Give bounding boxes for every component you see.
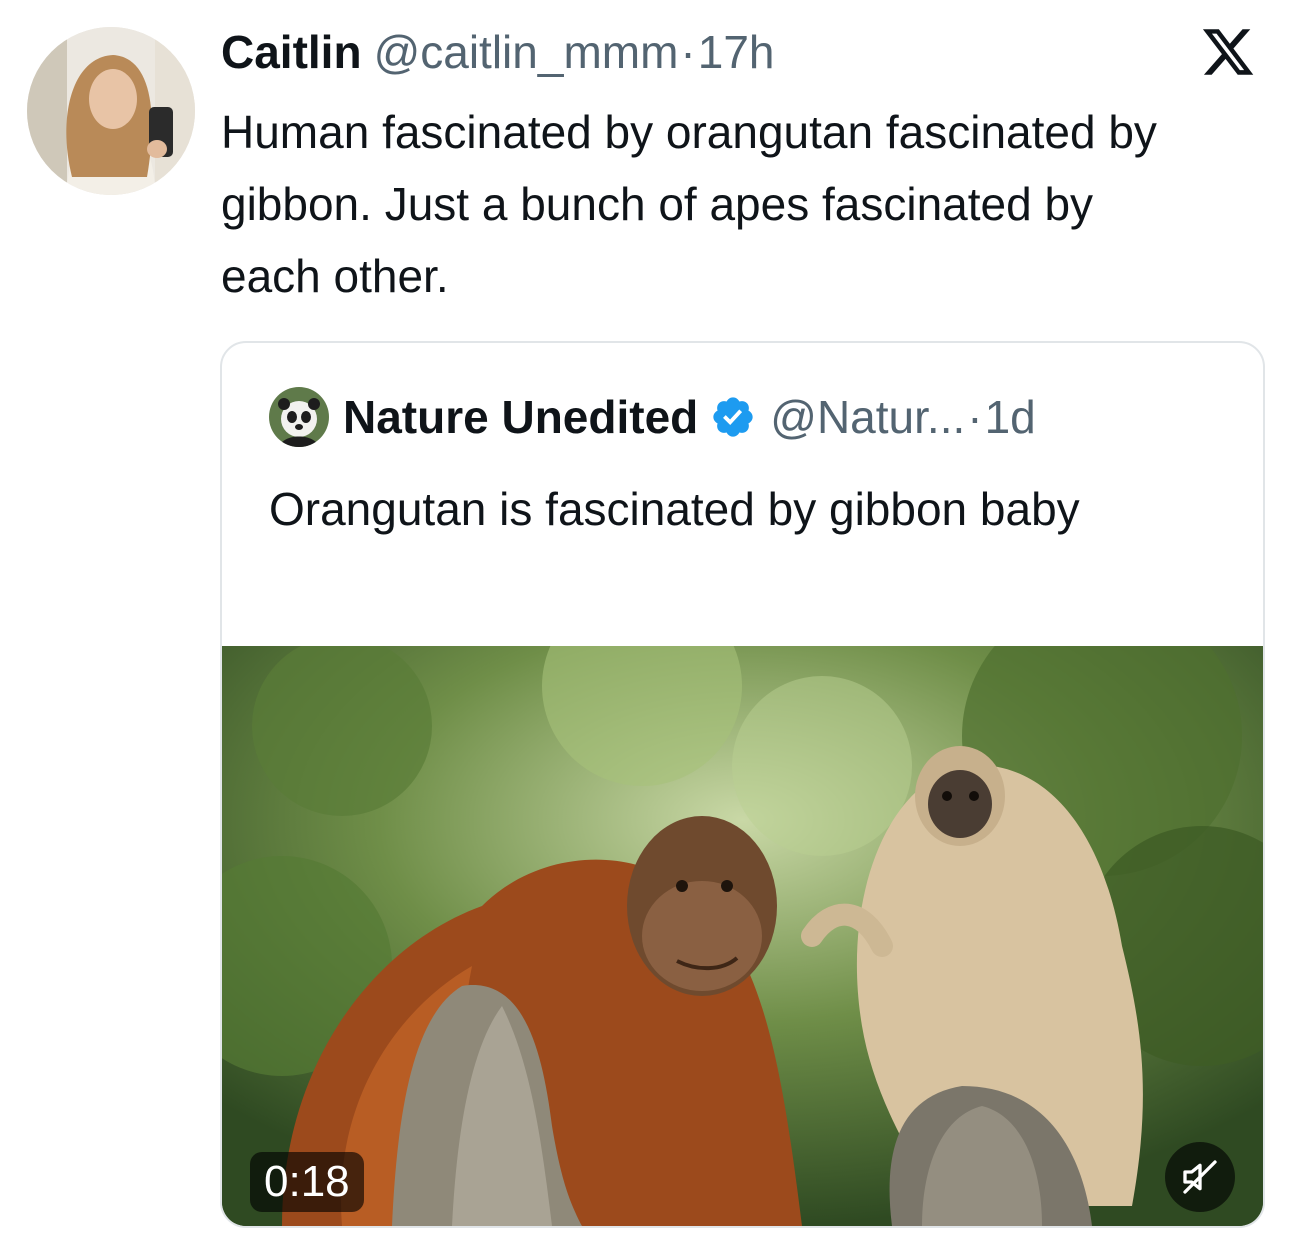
author-name[interactable]: Caitlin (221, 22, 362, 82)
video-player[interactable]: 0:18 (222, 646, 1263, 1226)
quoted-author-handle[interactable]: @Natur... (770, 390, 965, 444)
separator-dot: · (680, 26, 696, 78)
muted-speaker-icon[interactable] (1165, 1142, 1235, 1212)
quoted-tweet-timestamp[interactable]: 1d (985, 390, 1036, 444)
video-duration-badge: 0:18 (250, 1152, 364, 1212)
video-thumbnail (222, 646, 1263, 1226)
author-avatar[interactable] (27, 27, 195, 195)
tweet-header: Caitlin @caitlin_mmm · 17h (221, 22, 774, 82)
separator-dot: · (967, 391, 983, 443)
tweet[interactable]: Caitlin @caitlin_mmm · 17h Human fascina… (0, 0, 1290, 1252)
x-logo-icon (1200, 24, 1256, 80)
quoted-tweet-text: Orangutan is fascinated by gibbon baby (269, 483, 1080, 535)
tweet-timestamp[interactable]: 17h (698, 22, 775, 82)
quoted-tweet-card[interactable]: Nature Unedited @Natur... · 1d Orangutan… (220, 341, 1265, 1228)
quoted-author-avatar[interactable] (269, 387, 329, 447)
author-handle[interactable]: @caitlin_mmm (374, 22, 679, 82)
quoted-author-name[interactable]: Nature Unedited (343, 390, 698, 444)
tweet-text: Human fascinated by orangutan fascinated… (221, 106, 1157, 302)
quoted-tweet-header: Nature Unedited @Natur... · 1d (269, 387, 1036, 447)
verified-badge-icon (713, 397, 753, 437)
